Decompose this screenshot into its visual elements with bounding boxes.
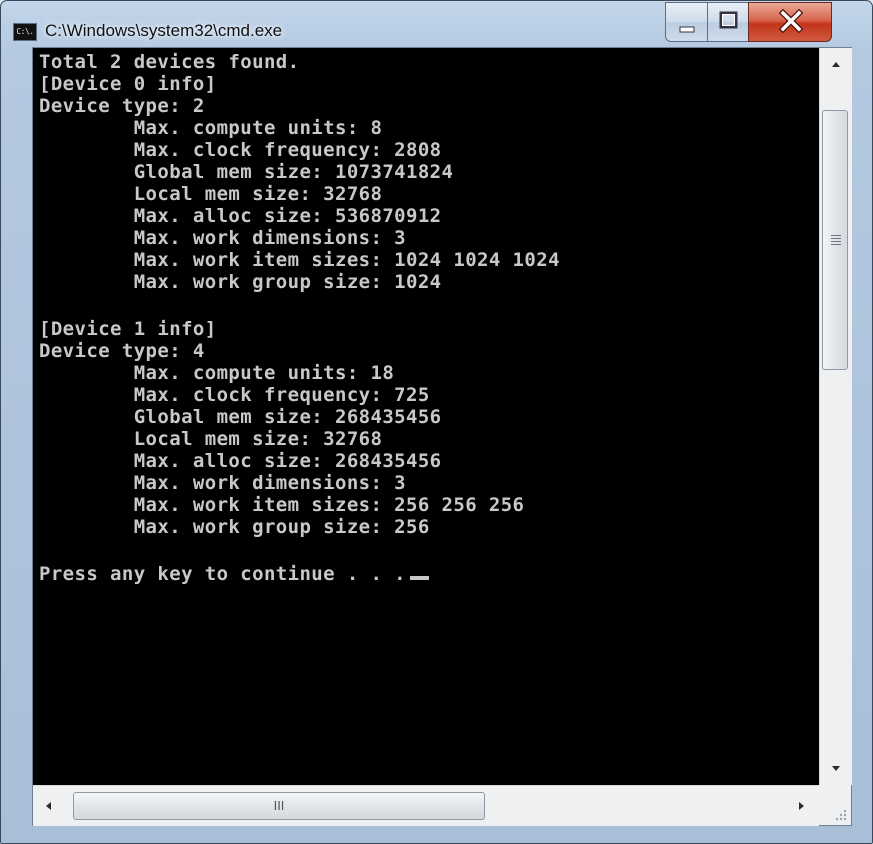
console-line: Max. compute units: 8 bbox=[39, 117, 383, 139]
scroll-right-button[interactable] bbox=[785, 790, 817, 822]
console-prompt-line: Press any key to continue . . . bbox=[39, 563, 430, 585]
resize-grip-icon bbox=[835, 809, 847, 821]
console-line: Max. work dimensions: 3 bbox=[39, 227, 407, 249]
grip-icon bbox=[831, 235, 841, 236]
console-line: Max. work item sizes: 256 256 256 bbox=[39, 494, 525, 516]
console-line: [Device 0 info] bbox=[39, 73, 217, 95]
console-line: Max. clock frequency: 2808 bbox=[39, 139, 442, 161]
scroll-left-button[interactable] bbox=[33, 790, 65, 822]
minimize-button[interactable] bbox=[665, 2, 708, 42]
console-line: Total 2 devices found. bbox=[39, 51, 300, 73]
text-cursor bbox=[410, 576, 430, 580]
arrow-up-icon bbox=[832, 62, 840, 67]
vertical-scrollbar[interactable] bbox=[819, 48, 852, 785]
window-title: C:\Windows\system32\cmd.exe bbox=[45, 21, 283, 40]
maximize-button[interactable] bbox=[707, 2, 749, 42]
minimize-icon bbox=[679, 26, 695, 33]
console-line: [Device 1 info] bbox=[39, 318, 217, 340]
console-line: Local mem size: 32768 bbox=[39, 428, 383, 450]
console-line: Max. clock frequency: 725 bbox=[39, 384, 430, 406]
arrow-left-icon bbox=[46, 802, 51, 810]
scroll-up-button[interactable] bbox=[820, 48, 852, 80]
horizontal-scroll-thumb[interactable]: III bbox=[73, 792, 485, 820]
console-line: Max. work dimensions: 3 bbox=[39, 472, 407, 494]
arrow-down-icon bbox=[832, 766, 840, 771]
cmd-window: C:\. C:\Windows\system32\cmd.exe Total 2… bbox=[0, 0, 873, 844]
console-output[interactable]: Total 2 devices found. [Device 0 info] D… bbox=[33, 48, 819, 785]
console-line: Device type: 2 bbox=[39, 95, 205, 117]
console-line: Max. compute units: 18 bbox=[39, 362, 395, 384]
thumb-grip-label: III bbox=[273, 798, 285, 813]
console-line: Max. work item sizes: 1024 1024 1024 bbox=[39, 249, 560, 271]
cmd-app-icon[interactable]: C:\. bbox=[13, 23, 37, 41]
console-line: Max. alloc size: 536870912 bbox=[39, 205, 442, 227]
console-line: Global mem size: 1073741824 bbox=[39, 161, 454, 183]
console-line: Global mem size: 268435456 bbox=[39, 406, 442, 428]
console-line: Device type: 4 bbox=[39, 340, 205, 362]
horizontal-scrollbar[interactable]: III bbox=[33, 785, 819, 826]
console-prompt-text: Press any key to continue . . . bbox=[39, 563, 407, 585]
maximize-icon bbox=[719, 11, 738, 29]
title-bar[interactable]: C:\. C:\Windows\system32\cmd.exe bbox=[1, 1, 872, 47]
close-icon bbox=[778, 8, 804, 34]
close-button[interactable] bbox=[748, 2, 832, 42]
console-line: Max. work group size: 1024 bbox=[39, 271, 442, 293]
console-line: Max. alloc size: 268435456 bbox=[39, 450, 442, 472]
console-line: Local mem size: 32768 bbox=[39, 183, 383, 205]
console-client-area: Total 2 devices found. [Device 0 info] D… bbox=[32, 47, 852, 826]
resize-grip[interactable] bbox=[819, 785, 851, 825]
arrow-right-icon bbox=[799, 802, 804, 810]
vertical-scroll-thumb[interactable] bbox=[822, 110, 848, 370]
console-line: Max. work group size: 256 bbox=[39, 516, 430, 538]
scroll-down-button[interactable] bbox=[820, 753, 852, 785]
